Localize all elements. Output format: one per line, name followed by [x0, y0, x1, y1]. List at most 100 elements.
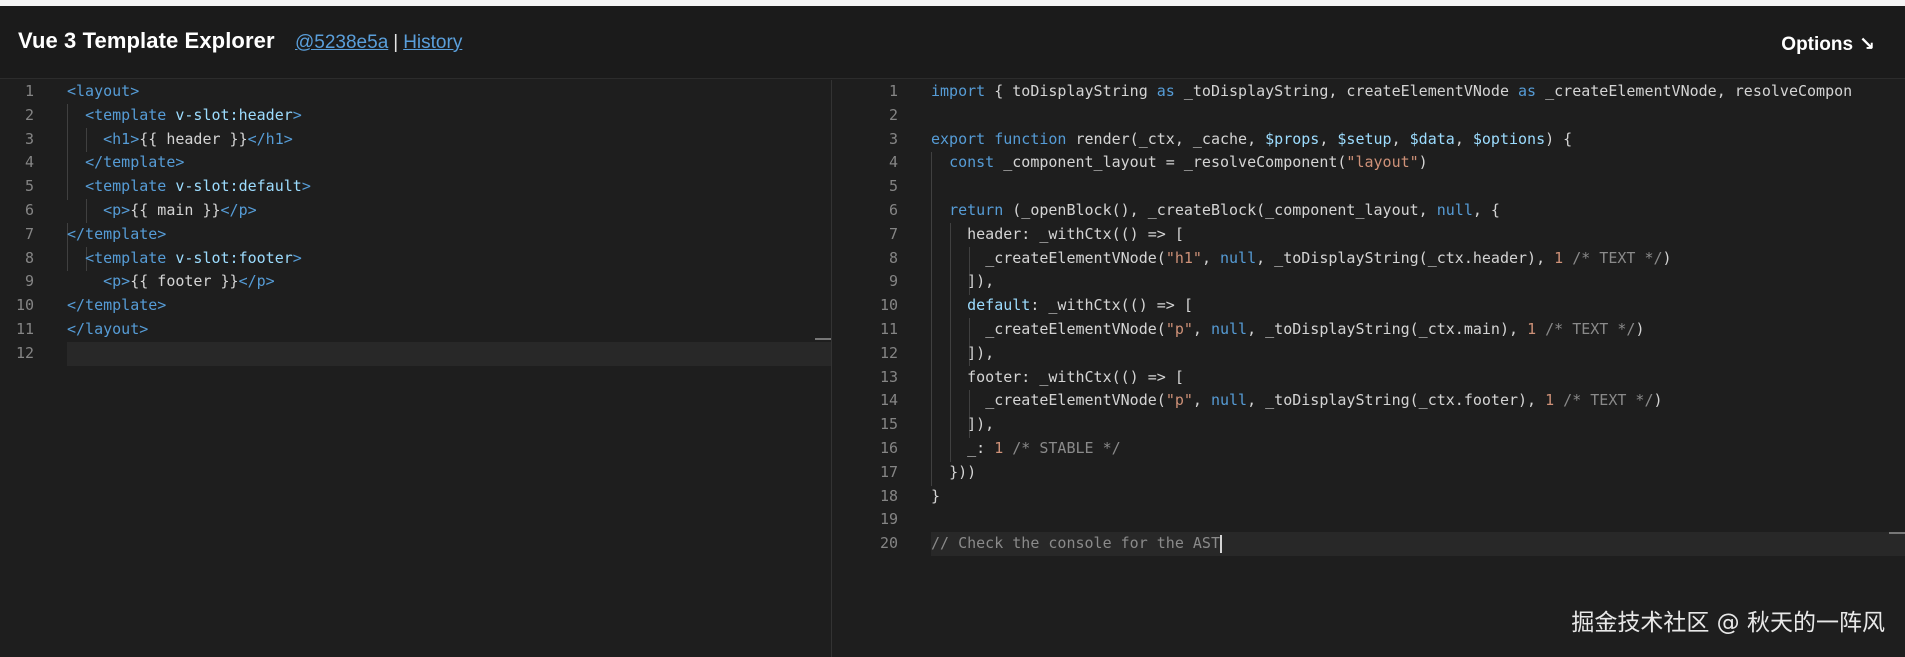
code-text: </template>: [67, 296, 167, 315]
code-line: 9 <p>{{ footer }}</p>: [0, 270, 831, 294]
line-number: 13: [879, 367, 898, 386]
line-number: 11: [15, 320, 34, 338]
line-number: 8: [24, 248, 34, 267]
code-line-current: 12: [16, 341, 831, 366]
code-text: <p>{{ footer }}</p>: [103, 272, 275, 291]
code-line: 18}: [833, 485, 1905, 509]
arrow-down-right-icon: ↘: [1859, 34, 1875, 55]
code-text: <layout>: [67, 82, 140, 100]
line-number: 2: [888, 105, 898, 124]
code-line: 12 ]),: [833, 342, 1905, 366]
code-text: </template>: [67, 224, 167, 243]
code-line: 2: [833, 104, 1905, 128]
line-number: 12: [15, 343, 34, 362]
code-line: 5: [833, 175, 1905, 199]
code-text: <p>{{ main }}</p>: [103, 201, 257, 219]
link-separator: |: [393, 32, 399, 53]
code-text: return (_openBlock(), _createBlock(_comp…: [949, 201, 1500, 219]
code-text: ]),: [967, 343, 995, 362]
code-text: _: 1 /* STABLE */: [967, 439, 1121, 457]
code-text: _createElementVNode("p", null, _toDispla…: [985, 391, 1663, 410]
code-text: import { toDisplayString as _toDisplaySt…: [931, 82, 1853, 100]
line-number: 5: [888, 177, 898, 196]
code-line: 3 export function render(_ctx, _cache, $p…: [833, 128, 1905, 152]
code-line: 5 <template v-slot:default>: [0, 175, 831, 199]
code-line: 8 <template v-slot:footer>: [0, 247, 831, 271]
history-link[interactable]: History: [403, 32, 462, 53]
line-number: 11: [879, 320, 898, 338]
line-number: 9: [888, 272, 898, 291]
text-cursor: [1219, 534, 1222, 553]
code-line: 3 <h1>{{ header }}</h1>: [0, 128, 831, 152]
code-line: 11 </layout>: [0, 318, 831, 342]
line-number: 10: [15, 296, 34, 315]
code-line: 15 ]),: [833, 413, 1905, 437]
code-line: 10 default: _withCtx(() => [: [833, 294, 1905, 318]
code-text: <template v-slot:header>: [85, 105, 302, 124]
line-number: 1: [888, 82, 898, 100]
code-text: </layout>: [67, 320, 149, 338]
code-line: 1 import { toDisplayString as _toDisplayS…: [833, 80, 1905, 104]
code-line: 6 return (_openBlock(), _createBlock(_co…: [833, 199, 1905, 223]
code-text: footer: _withCtx(() => [: [967, 367, 1184, 386]
code-line-current: 20 // Check the console for the AST: [880, 532, 1905, 556]
code-text: ]),: [967, 272, 995, 291]
code-text: _createElementVNode("h1", null, _toDispl…: [985, 248, 1672, 267]
line-number: 6: [24, 201, 34, 219]
line-number: 8: [888, 248, 898, 267]
code-text: _createElementVNode("p", null, _toDispla…: [985, 320, 1645, 338]
line-number: 1: [24, 82, 34, 100]
code-line: 11 _createElementVNode("p", null, _toDis…: [833, 318, 1905, 342]
code-line: 4 </template>: [0, 151, 831, 175]
code-text: default: _withCtx(() => [: [967, 296, 1193, 315]
code-text: <template v-slot:default>: [85, 177, 311, 196]
code-line: 9 ]),: [833, 270, 1905, 294]
code-text: header: _withCtx(() => [: [967, 224, 1184, 243]
line-number: 12: [879, 343, 898, 362]
scrollbar-marker: [1889, 532, 1905, 534]
compiled-output-editor[interactable]: 1 import { toDisplayString as _toDisplayS…: [833, 80, 1905, 657]
line-number: 2: [24, 105, 34, 124]
options-label: Options: [1781, 34, 1854, 55]
code-text: ]),: [967, 415, 995, 434]
code-line: 13 footer: _withCtx(() => [: [833, 366, 1905, 390]
line-number: 6: [888, 201, 898, 219]
code-line: 10 </template>: [0, 294, 831, 318]
code-line: 16 _: 1 /* STABLE */: [833, 437, 1905, 461]
app-title: Vue 3 Template Explorer: [18, 28, 275, 53]
code-line: 17 })): [833, 461, 1905, 485]
code-line: 7 header: _withCtx(() => [: [833, 223, 1905, 247]
code-text: }: [931, 486, 941, 505]
code-text: <template v-slot:footer>: [85, 248, 302, 267]
commit-link[interactable]: @5238e5a: [295, 32, 388, 53]
line-number: 15: [879, 415, 898, 434]
line-number: 16: [879, 439, 898, 457]
line-number: 3: [888, 129, 898, 148]
options-button[interactable]: Options ↘: [1781, 33, 1875, 56]
app-header: Vue 3 Template Explorer @5238e5a | History…: [0, 6, 1905, 79]
line-number: 5: [24, 177, 34, 196]
line-number: 18: [879, 486, 898, 505]
code-line: 7 </template>: [0, 223, 831, 247]
code-text: export function render(_ctx, _cache, $pr…: [931, 129, 1573, 148]
code-line: 8 _createElementVNode("h1", null, _toDis…: [833, 247, 1905, 271]
code-line: 6 <p>{{ main }}</p>: [0, 199, 831, 223]
line-number: 10: [879, 296, 898, 315]
code-line: 2 <template v-slot:header>: [0, 104, 831, 128]
code-line: 4 const _component_layout = _resolveComp…: [833, 151, 1905, 175]
code-text: </template>: [85, 153, 185, 172]
code-line: 14 _createElementVNode("p", null, _toDis…: [833, 389, 1905, 413]
line-number: 4: [24, 153, 34, 172]
code-text: // Check the console for the AST: [931, 534, 1222, 553]
line-number: 7: [888, 224, 898, 243]
line-number: 20: [879, 534, 898, 553]
code-line: 1 <layout>: [0, 80, 831, 104]
line-number: 17: [879, 462, 898, 481]
watermark: 掘金技术社区 @ 秋天的一阵风: [1571, 610, 1885, 636]
line-number: 14: [879, 391, 898, 410]
scrollbar-marker: [815, 338, 831, 340]
line-number: 3: [24, 129, 34, 148]
header-links: @5238e5a | History: [295, 32, 462, 54]
line-number: 7: [24, 224, 34, 243]
template-editor[interactable]: 1 <layout> 2 <template v-slot:header> 3 <…: [0, 80, 832, 657]
